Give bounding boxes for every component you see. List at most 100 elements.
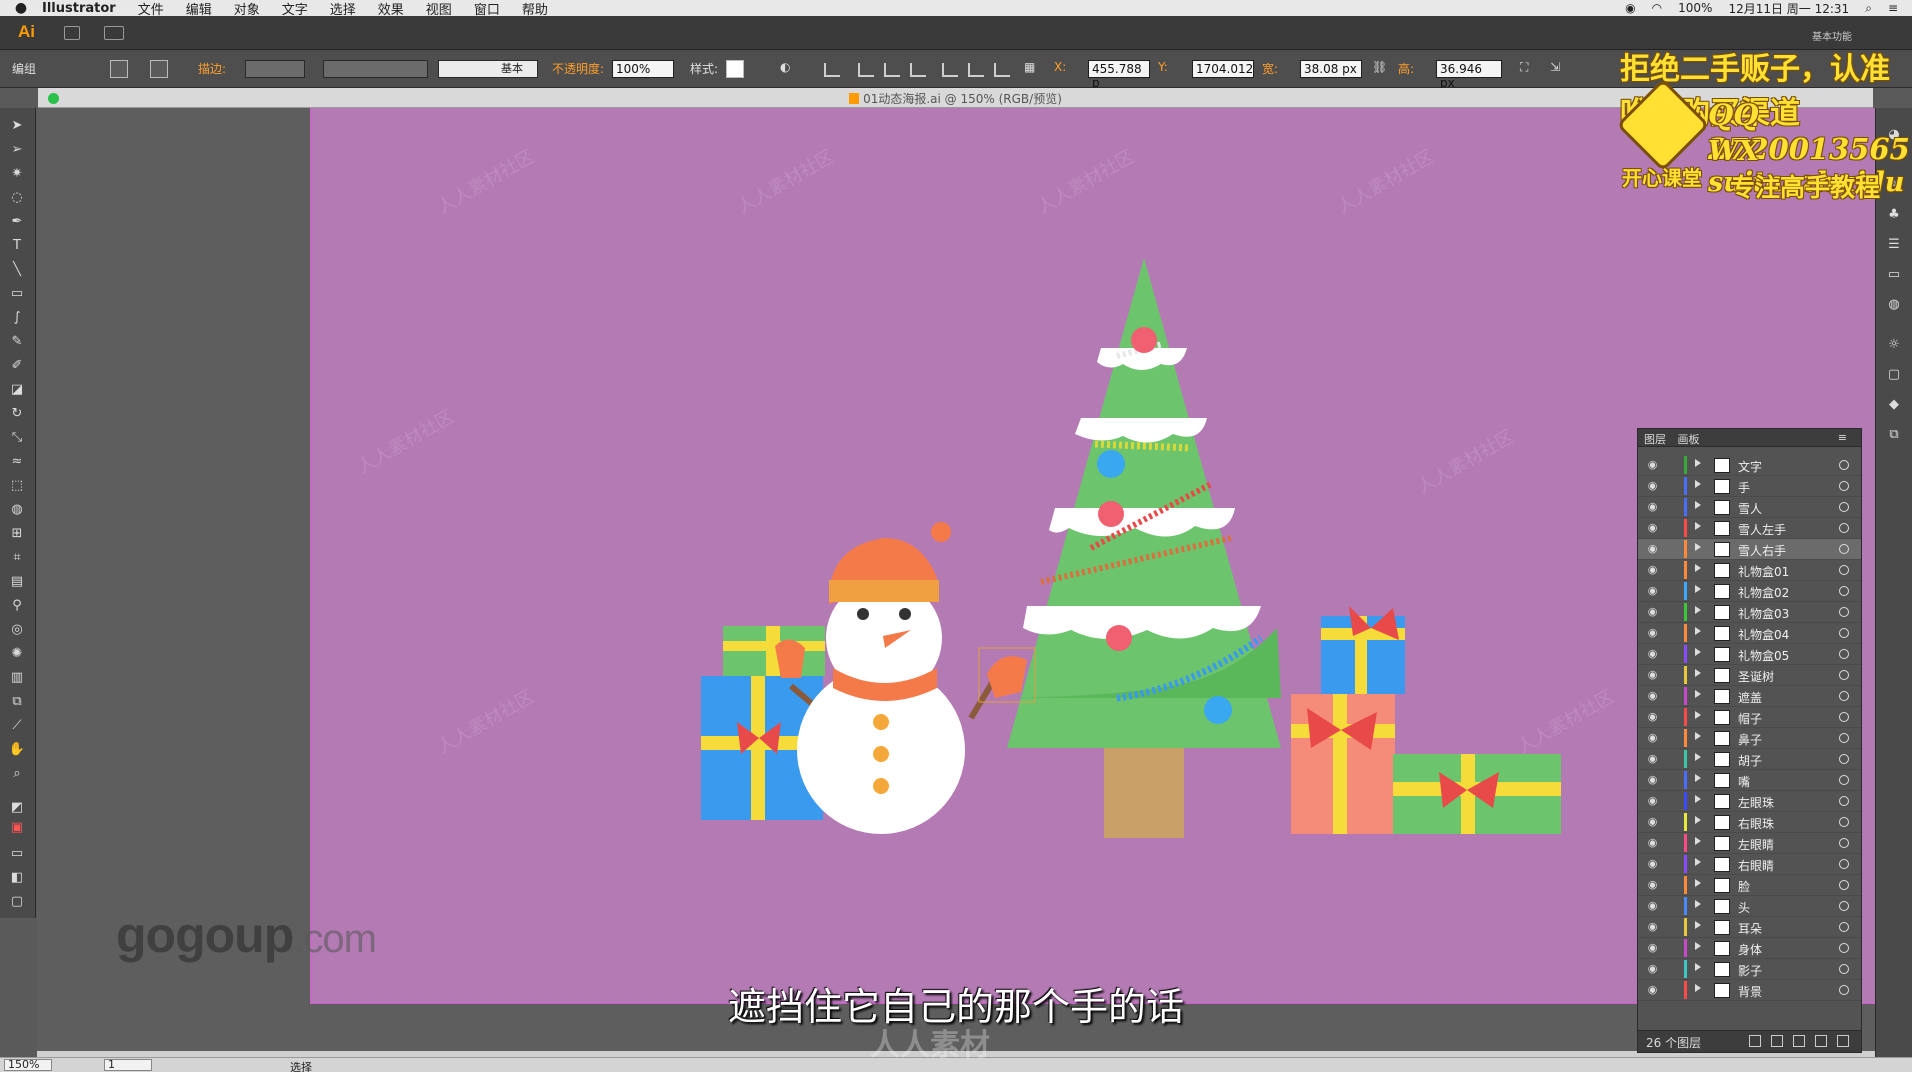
layer-row[interactable]: ◉ 礼物盒01 [1638, 560, 1861, 581]
visibility-eye-icon[interactable]: ◉ [1646, 690, 1659, 702]
tab-artboards[interactable]: 画板 [1678, 433, 1700, 446]
gradient-panel-icon[interactable]: ▭ [1886, 268, 1902, 282]
visibility-eye-icon[interactable]: ◉ [1646, 501, 1659, 513]
stroke-label[interactable]: 描边: [198, 60, 226, 77]
layer-name[interactable]: 礼物盒04 [1738, 626, 1789, 643]
pencil-tool-icon[interactable]: ✎ [8, 334, 26, 350]
locate-object-icon[interactable] [1749, 1035, 1761, 1047]
target-circle-icon[interactable] [1839, 880, 1849, 890]
scale-tool-icon[interactable]: ⤡ [8, 430, 26, 446]
target-circle-icon[interactable] [1839, 481, 1849, 491]
target-circle-icon[interactable] [1839, 859, 1849, 869]
align-bottom-icon[interactable] [994, 63, 1010, 77]
align-left-icon[interactable] [858, 63, 874, 77]
expand-triangle-icon[interactable] [1695, 879, 1701, 887]
expand-triangle-icon[interactable] [1695, 942, 1701, 950]
layer-name[interactable]: 左眼珠 [1738, 794, 1774, 811]
expand-triangle-icon[interactable] [1695, 501, 1701, 509]
target-circle-icon[interactable] [1839, 712, 1849, 722]
gift-box-left-back[interactable] [723, 626, 825, 676]
height-field[interactable]: 36.946 px [1436, 60, 1502, 90]
target-circle-icon[interactable] [1839, 691, 1849, 701]
symbols-panel-icon[interactable]: ♣ [1886, 208, 1902, 222]
expand-triangle-icon[interactable] [1695, 669, 1701, 677]
layer-name[interactable]: 雪人 [1738, 500, 1762, 517]
align-middle-icon[interactable] [968, 63, 984, 77]
layer-name[interactable]: 左眼睛 [1738, 836, 1774, 853]
christmas-tree[interactable] [1007, 258, 1281, 838]
draw-mode-icon[interactable]: ◧ [8, 870, 26, 886]
symbol-sprayer-tool-icon[interactable]: ✺ [8, 646, 26, 662]
clock[interactable]: 12月11日 周一 12:31 [1728, 0, 1849, 17]
visibility-eye-icon[interactable]: ◉ [1646, 774, 1659, 786]
layer-name[interactable]: 身体 [1738, 941, 1762, 958]
menu-effect[interactable]: 效果 [378, 0, 404, 18]
expand-triangle-icon[interactable] [1695, 753, 1701, 761]
brush-dropdown[interactable]: 基本 [438, 60, 538, 78]
target-circle-icon[interactable] [1839, 460, 1849, 470]
menu-window[interactable]: 窗口 [474, 0, 500, 18]
visibility-eye-icon[interactable]: ◉ [1646, 648, 1659, 660]
record-icon[interactable]: ◉ [1625, 1, 1635, 15]
layer-row[interactable]: ◉ 头 [1638, 896, 1861, 917]
shape-builder-tool-icon[interactable]: ◍ [8, 502, 26, 518]
layer-name[interactable]: 雪人左手 [1738, 521, 1786, 538]
expand-triangle-icon[interactable] [1695, 606, 1701, 614]
layer-row[interactable]: ◉ 礼物盒02 [1638, 581, 1861, 602]
visibility-eye-icon[interactable]: ◉ [1646, 711, 1659, 723]
type-tool-icon[interactable]: T [8, 238, 26, 254]
menu-help[interactable]: 帮助 [522, 0, 548, 18]
layer-name[interactable]: 雪人右手 [1738, 542, 1786, 559]
layer-row[interactable]: ◉ 文字 [1638, 455, 1861, 476]
paintbrush-tool-icon[interactable]: ∫ [8, 310, 26, 326]
screen-mode-icon[interactable]: ▢ [8, 894, 26, 910]
width-field[interactable]: 38.08 px [1300, 60, 1362, 78]
expand-triangle-icon[interactable] [1695, 774, 1701, 782]
visibility-eye-icon[interactable]: ◉ [1646, 669, 1659, 681]
pen-tool-icon[interactable]: ✒ [8, 214, 26, 230]
expand-triangle-icon[interactable] [1695, 648, 1701, 656]
expand-triangle-icon[interactable] [1695, 921, 1701, 929]
selection-tool-icon[interactable]: ➤ [8, 118, 26, 134]
layer-row[interactable]: ◉ 脸 [1638, 875, 1861, 896]
layer-row[interactable]: ◉ 帽子 [1638, 707, 1861, 728]
panel-menu-icon[interactable]: ≡ [1838, 431, 1847, 444]
visibility-eye-icon[interactable]: ◉ [1646, 963, 1659, 975]
visibility-eye-icon[interactable]: ◉ [1646, 753, 1659, 765]
target-circle-icon[interactable] [1839, 796, 1849, 806]
menu-view[interactable]: 视图 [426, 0, 452, 18]
visibility-eye-icon[interactable]: ◉ [1646, 795, 1659, 807]
eyedropper-tool-icon[interactable]: ⚲ [8, 598, 26, 614]
isolate-icon[interactable]: ⇲ [1550, 60, 1560, 74]
layer-name[interactable]: 帽子 [1738, 710, 1762, 727]
target-circle-icon[interactable] [1839, 817, 1849, 827]
layer-row[interactable]: ◉ 鼻子 [1638, 728, 1861, 749]
arrange-documents-icon[interactable] [104, 26, 124, 40]
wifi-icon[interactable]: ◠ [1652, 1, 1662, 15]
transform-grid-icon[interactable]: ▦ [1024, 60, 1035, 74]
gift-box-blue-small[interactable] [1321, 606, 1405, 694]
search-icon[interactable]: ⌕ [1865, 1, 1872, 16]
layer-name[interactable]: 文字 [1738, 458, 1762, 475]
menu-edit[interactable]: 编辑 [186, 0, 212, 18]
new-layer-icon[interactable] [1815, 1035, 1827, 1047]
free-transform-tool-icon[interactable]: ⬚ [8, 478, 26, 494]
layer-name[interactable]: 脸 [1738, 878, 1750, 895]
rotate-tool-icon[interactable]: ↻ [8, 406, 26, 422]
layer-row[interactable]: ◉ 左眼睛 [1638, 833, 1861, 854]
layer-name[interactable]: 礼物盒05 [1738, 647, 1789, 664]
layer-name[interactable]: 遮盖 [1738, 689, 1762, 706]
visibility-eye-icon[interactable]: ◉ [1646, 942, 1659, 954]
layer-name[interactable]: 礼物盒01 [1738, 563, 1789, 580]
layer-name[interactable]: 圣诞树 [1738, 668, 1774, 685]
hand-tool-icon[interactable]: ✋ [8, 742, 26, 758]
visibility-eye-icon[interactable]: ◉ [1646, 900, 1659, 912]
gift-box-green[interactable] [1393, 754, 1561, 834]
gift-box-coral[interactable] [1291, 694, 1395, 834]
perspective-grid-tool-icon[interactable]: ⊞ [8, 526, 26, 542]
target-circle-icon[interactable] [1839, 649, 1849, 659]
target-circle-icon[interactable] [1839, 523, 1849, 533]
layer-row[interactable]: ◉ 礼物盒03 [1638, 602, 1861, 623]
target-circle-icon[interactable] [1839, 628, 1849, 638]
default-colors-icon[interactable]: ◩ [8, 800, 26, 816]
